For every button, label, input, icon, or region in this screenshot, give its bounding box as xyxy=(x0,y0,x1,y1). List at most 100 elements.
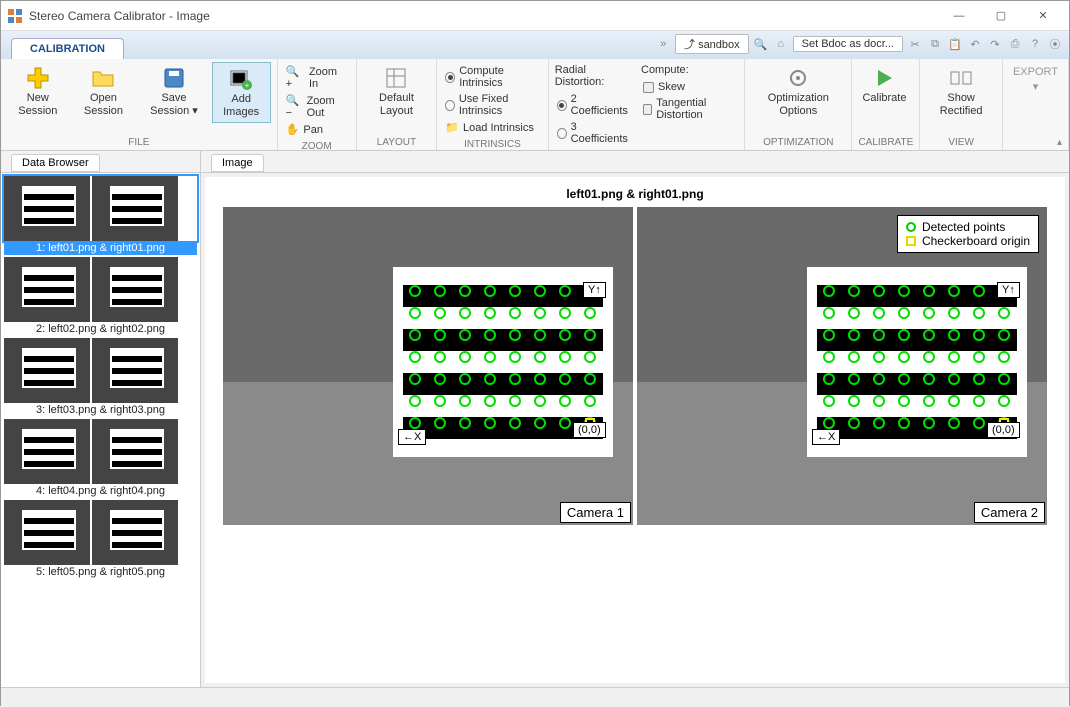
browser-item[interactable]: 2: left02.png & right02.png xyxy=(4,257,197,336)
tangential-label: Tangential Distortion xyxy=(656,97,736,121)
plus-icon xyxy=(26,66,50,90)
default-layout-button[interactable]: Default Layout xyxy=(363,62,431,121)
sandbox-box[interactable]: ⤴ sandbox xyxy=(675,34,749,54)
checkbox-icon xyxy=(643,82,654,93)
play-icon xyxy=(872,66,896,90)
gear-icon xyxy=(786,66,810,90)
load-icon: 📁 xyxy=(445,121,459,134)
section-export-label: ▴ xyxy=(1009,135,1062,150)
browser-item-caption: 3: left03.png & right03.png xyxy=(4,403,197,417)
open-session-button[interactable]: Open Session xyxy=(71,62,137,121)
section-view-label: VIEW xyxy=(926,135,996,150)
radio-on-icon xyxy=(557,100,567,111)
origin-label: (0,0) xyxy=(573,422,606,438)
zoom-in-button[interactable]: 🔍+Zoom In xyxy=(284,64,350,91)
copy-icon[interactable]: ⧉ xyxy=(927,36,943,52)
legend-circle-icon xyxy=(906,222,916,232)
compute-intrinsics-radio[interactable]: Compute Intrinsics xyxy=(443,64,541,90)
radio-on-icon xyxy=(445,72,455,83)
compute-intrinsics-label: Compute Intrinsics xyxy=(459,65,540,89)
thumb-right xyxy=(92,176,178,241)
camera2-label: Camera 2 xyxy=(974,502,1045,523)
thumb-left xyxy=(4,500,90,565)
disk-icon xyxy=(162,66,186,90)
legend-origin-label: Checkerboard origin xyxy=(922,234,1030,248)
pan-button[interactable]: ✋Pan xyxy=(284,122,350,137)
thumb-left xyxy=(4,338,90,403)
browser-list[interactable]: 1: left01.png & right01.png2: left02.png… xyxy=(1,173,200,687)
statusbar xyxy=(1,687,1069,707)
expand-icon[interactable]: » xyxy=(655,36,671,52)
thumb-right xyxy=(92,257,178,322)
section-zoom: 🔍+Zoom In 🔍−Zoom Out ✋Pan ZOOM xyxy=(278,59,357,150)
hand-icon: ✋ xyxy=(286,123,300,136)
new-session-button[interactable]: New Session xyxy=(7,62,69,121)
tab-calibration[interactable]: CALIBRATION xyxy=(11,38,124,59)
thumb-left xyxy=(4,257,90,322)
zoom-out-icon: 🔍− xyxy=(286,94,303,119)
chevron-down-icon: ▾ xyxy=(1033,81,1039,94)
image-canvas: left01.png & right01.png Y↑ ←X (0,0) Cam… xyxy=(205,177,1065,683)
section-layout: Default Layout LAYOUT xyxy=(357,59,438,150)
redo-icon[interactable]: ↷ xyxy=(987,36,1003,52)
browser-item[interactable]: 5: left05.png & right05.png xyxy=(4,500,197,579)
undo-icon[interactable]: ↶ xyxy=(967,36,983,52)
load-intrinsics-label: Load Intrinsics xyxy=(463,122,534,134)
calibrate-label: Calibrate xyxy=(862,92,906,105)
collapse-ribbon-icon[interactable]: ▴ xyxy=(1057,137,1062,148)
data-browser-panel: Data Browser 1: left01.png & right01.png… xyxy=(1,151,201,687)
search-icon[interactable]: 🔍 xyxy=(753,36,769,52)
maximize-button[interactable]: ▢ xyxy=(981,2,1021,30)
radio-off-icon xyxy=(557,128,567,139)
folder-icon xyxy=(91,66,115,90)
use-fixed-intrinsics-radio[interactable]: Use Fixed Intrinsics xyxy=(443,92,541,118)
data-browser-tab[interactable]: Data Browser xyxy=(1,151,200,173)
ribbon-tabstrip: CALIBRATION » ⤴ sandbox 🔍 ⌂ Set Bdoc as … xyxy=(1,31,1069,59)
show-rectified-button[interactable]: Show Rectified xyxy=(926,62,996,121)
doc-box[interactable]: Set Bdoc as docr... xyxy=(793,36,903,52)
minimize-button[interactable]: — xyxy=(939,2,979,30)
section-file-label: FILE xyxy=(7,135,271,150)
section-file: New Session Open Session Save Session ▾ … xyxy=(1,59,278,150)
svg-text:+: + xyxy=(245,81,250,90)
radio-off-icon xyxy=(445,100,455,111)
two-coeff-radio[interactable]: 2 Coefficients xyxy=(555,92,631,118)
browser-item[interactable]: 3: left03.png & right03.png xyxy=(4,338,197,417)
open-session-label: Open Session xyxy=(75,92,133,117)
zoom-in-icon: 🔍+ xyxy=(286,65,305,90)
radial-distortion-header: Radial Distortion: xyxy=(555,64,631,88)
home-icon[interactable]: ⌂ xyxy=(773,36,789,52)
y-axis-label: Y↑ xyxy=(997,282,1020,298)
section-export: EXPORT ▾ ▴ xyxy=(1003,59,1069,150)
skew-check[interactable]: Skew xyxy=(641,80,738,94)
app-logo-icon xyxy=(7,8,23,24)
calibrate-button[interactable]: Calibrate xyxy=(858,62,910,109)
more-icon[interactable]: ⦿ xyxy=(1047,36,1063,52)
help-icon[interactable]: ? xyxy=(1027,36,1043,52)
zoom-out-button[interactable]: 🔍−Zoom Out xyxy=(284,93,350,120)
three-coeff-radio[interactable]: 3 Coefficients xyxy=(555,120,631,146)
print-icon[interactable]: ⎙ xyxy=(1007,36,1023,52)
zoom-out-label: Zoom Out xyxy=(307,95,348,119)
save-session-button[interactable]: Save Session ▾ xyxy=(138,62,209,121)
export-button[interactable]: EXPORT ▾ xyxy=(1009,62,1062,97)
paste-icon[interactable]: 📋 xyxy=(947,36,963,52)
camera2-view: Y↑ ←X (0,0) Camera 2 Detected points Che… xyxy=(637,207,1047,525)
image-tab[interactable]: Image xyxy=(201,151,1069,173)
origin-label: (0,0) xyxy=(987,422,1020,438)
save-session-label: Save Session ▾ xyxy=(142,92,205,117)
optimization-options-button[interactable]: Optimization Options xyxy=(751,62,845,121)
section-layout-label: LAYOUT xyxy=(363,135,431,150)
load-intrinsics-button[interactable]: 📁 Load Intrinsics xyxy=(443,120,541,135)
section-optimization: Optimization Options OPTIMIZATION xyxy=(745,59,852,150)
canvas-title: left01.png & right01.png xyxy=(566,187,703,201)
browser-item[interactable]: 4: left04.png & right04.png xyxy=(4,419,197,498)
cut-icon[interactable]: ✂ xyxy=(907,36,923,52)
add-images-button[interactable]: + Add Images xyxy=(212,62,271,123)
tangential-check[interactable]: Tangential Distortion xyxy=(641,96,738,122)
browser-item[interactable]: 1: left01.png & right01.png xyxy=(4,176,197,255)
y-axis-label: Y↑ xyxy=(583,282,606,298)
close-button[interactable]: ✕ xyxy=(1023,2,1063,30)
pan-label: Pan xyxy=(303,124,323,136)
camera1-view: Y↑ ←X (0,0) Camera 1 xyxy=(223,207,633,525)
